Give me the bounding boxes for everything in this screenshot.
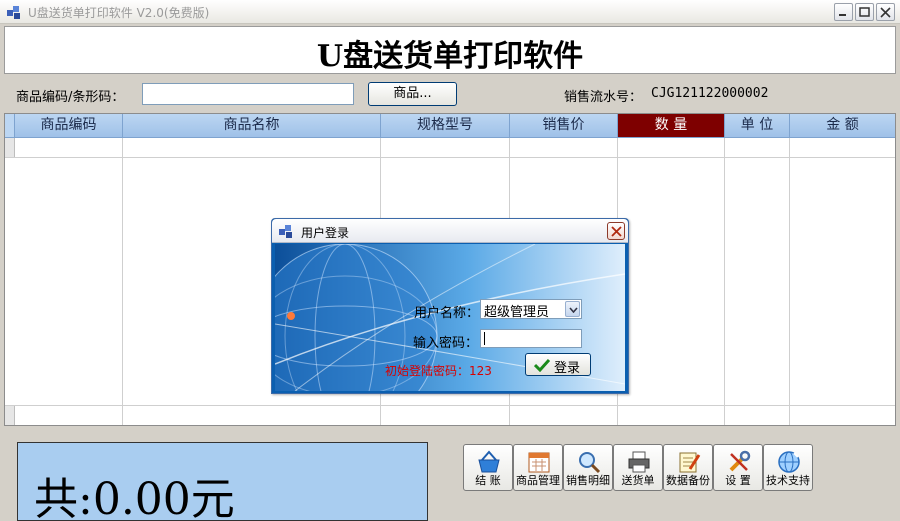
password-label: 输入密码： <box>413 336 479 351</box>
data-backup-button[interactable]: 数据备份 <box>663 444 713 491</box>
maximize-icon <box>859 7 870 17</box>
dialog-title: 用户登录 <box>301 226 350 240</box>
toolbar-label: 送货单 <box>621 474 655 487</box>
heading-text: U盘送货单打印软件 <box>316 39 584 74</box>
column-header-price[interactable]: 销售价 <box>510 114 618 138</box>
grid-line <box>724 138 725 425</box>
serial-label: 销售流水号： <box>564 90 643 105</box>
column-header-amount[interactable]: 金 额 <box>790 114 895 138</box>
password-hint: 初始登陆密码：123 <box>385 364 492 378</box>
dialog-close-button[interactable] <box>607 222 625 240</box>
text-caret <box>484 332 485 345</box>
code-label: 商品编码/条形码： <box>16 90 125 105</box>
window-title: U盘送货单打印软件 V2.0(免费版) <box>28 6 210 20</box>
column-header-name[interactable]: 商品名称 <box>123 114 381 138</box>
login-button-label: 登录 <box>554 361 581 376</box>
total-panel: 共:0.00元 <box>17 442 428 521</box>
grid-line <box>789 138 790 425</box>
close-icon <box>880 7 891 18</box>
toolbar-label: 设 置 <box>725 474 751 487</box>
row-header-corner <box>5 114 15 138</box>
column-header-spec[interactable]: 规格型号 <box>381 114 510 138</box>
toolbar-label: 数据备份 <box>666 474 710 487</box>
login-button[interactable]: 登录 <box>525 353 591 376</box>
minimize-button[interactable] <box>834 3 853 21</box>
toolbar-label: 结 账 <box>475 474 501 487</box>
column-header-quantity[interactable]: 数 量 <box>618 114 725 138</box>
app-heading: U盘送货单打印软件 <box>4 26 896 74</box>
settings-button[interactable]: 设 置 <box>713 444 763 491</box>
username-label: 用户名称： <box>414 306 480 321</box>
code-input[interactable] <box>142 83 354 105</box>
minimize-icon <box>839 14 846 16</box>
toolbar-label: 技术支持 <box>766 474 810 487</box>
dialog-title-bar: 用户登录 <box>272 219 628 243</box>
maximize-button[interactable] <box>855 3 874 21</box>
sales-details-button[interactable]: 销售明细 <box>563 444 613 491</box>
goods-management-button[interactable]: 商品管理 <box>513 444 563 491</box>
app-icon <box>7 6 20 19</box>
dialog-body: 用户名称： 超级管理员 输入密码： 初始登陆密码：123 登录 <box>275 244 625 391</box>
checkout-button[interactable]: 结 账 <box>463 444 513 491</box>
delivery-note-button[interactable]: 送货单 <box>613 444 663 491</box>
column-header-code[interactable]: 商品编码 <box>15 114 123 138</box>
username-value: 超级管理员 <box>484 305 550 320</box>
grid-line <box>5 157 895 158</box>
checkmark-icon <box>534 358 550 372</box>
search-row: 商品编码/条形码： 商品... 销售流水号： CJG121122000002 <box>0 76 900 112</box>
username-select[interactable]: 超级管理员 <box>480 299 582 320</box>
close-icon <box>611 226 622 237</box>
serial-value: CJG121122000002 <box>651 86 769 101</box>
grid-line <box>122 138 123 425</box>
password-input[interactable] <box>480 329 582 348</box>
column-header-unit[interactable]: 单 位 <box>725 114 790 138</box>
toolbar-label: 销售明细 <box>566 474 610 487</box>
grid-line <box>5 405 895 406</box>
row-header[interactable] <box>5 406 15 425</box>
tech-support-button[interactable]: 技术支持 <box>763 444 813 491</box>
row-header[interactable] <box>5 138 15 157</box>
toolbar-label: 商品管理 <box>516 474 560 487</box>
goods-button[interactable]: 商品... <box>368 82 457 106</box>
title-bar: U盘送货单打印软件 V2.0(免费版) <box>0 0 900 24</box>
dropdown-button[interactable] <box>565 301 580 317</box>
total-amount: 共:0.00元 <box>34 474 235 521</box>
app-icon <box>279 225 292 238</box>
chevron-down-icon <box>569 307 578 313</box>
close-button[interactable] <box>876 3 895 21</box>
login-dialog: 用户登录 用户名称： 超级管理员 输入密码： 初始登陆密码：123 登录 <box>271 218 629 394</box>
